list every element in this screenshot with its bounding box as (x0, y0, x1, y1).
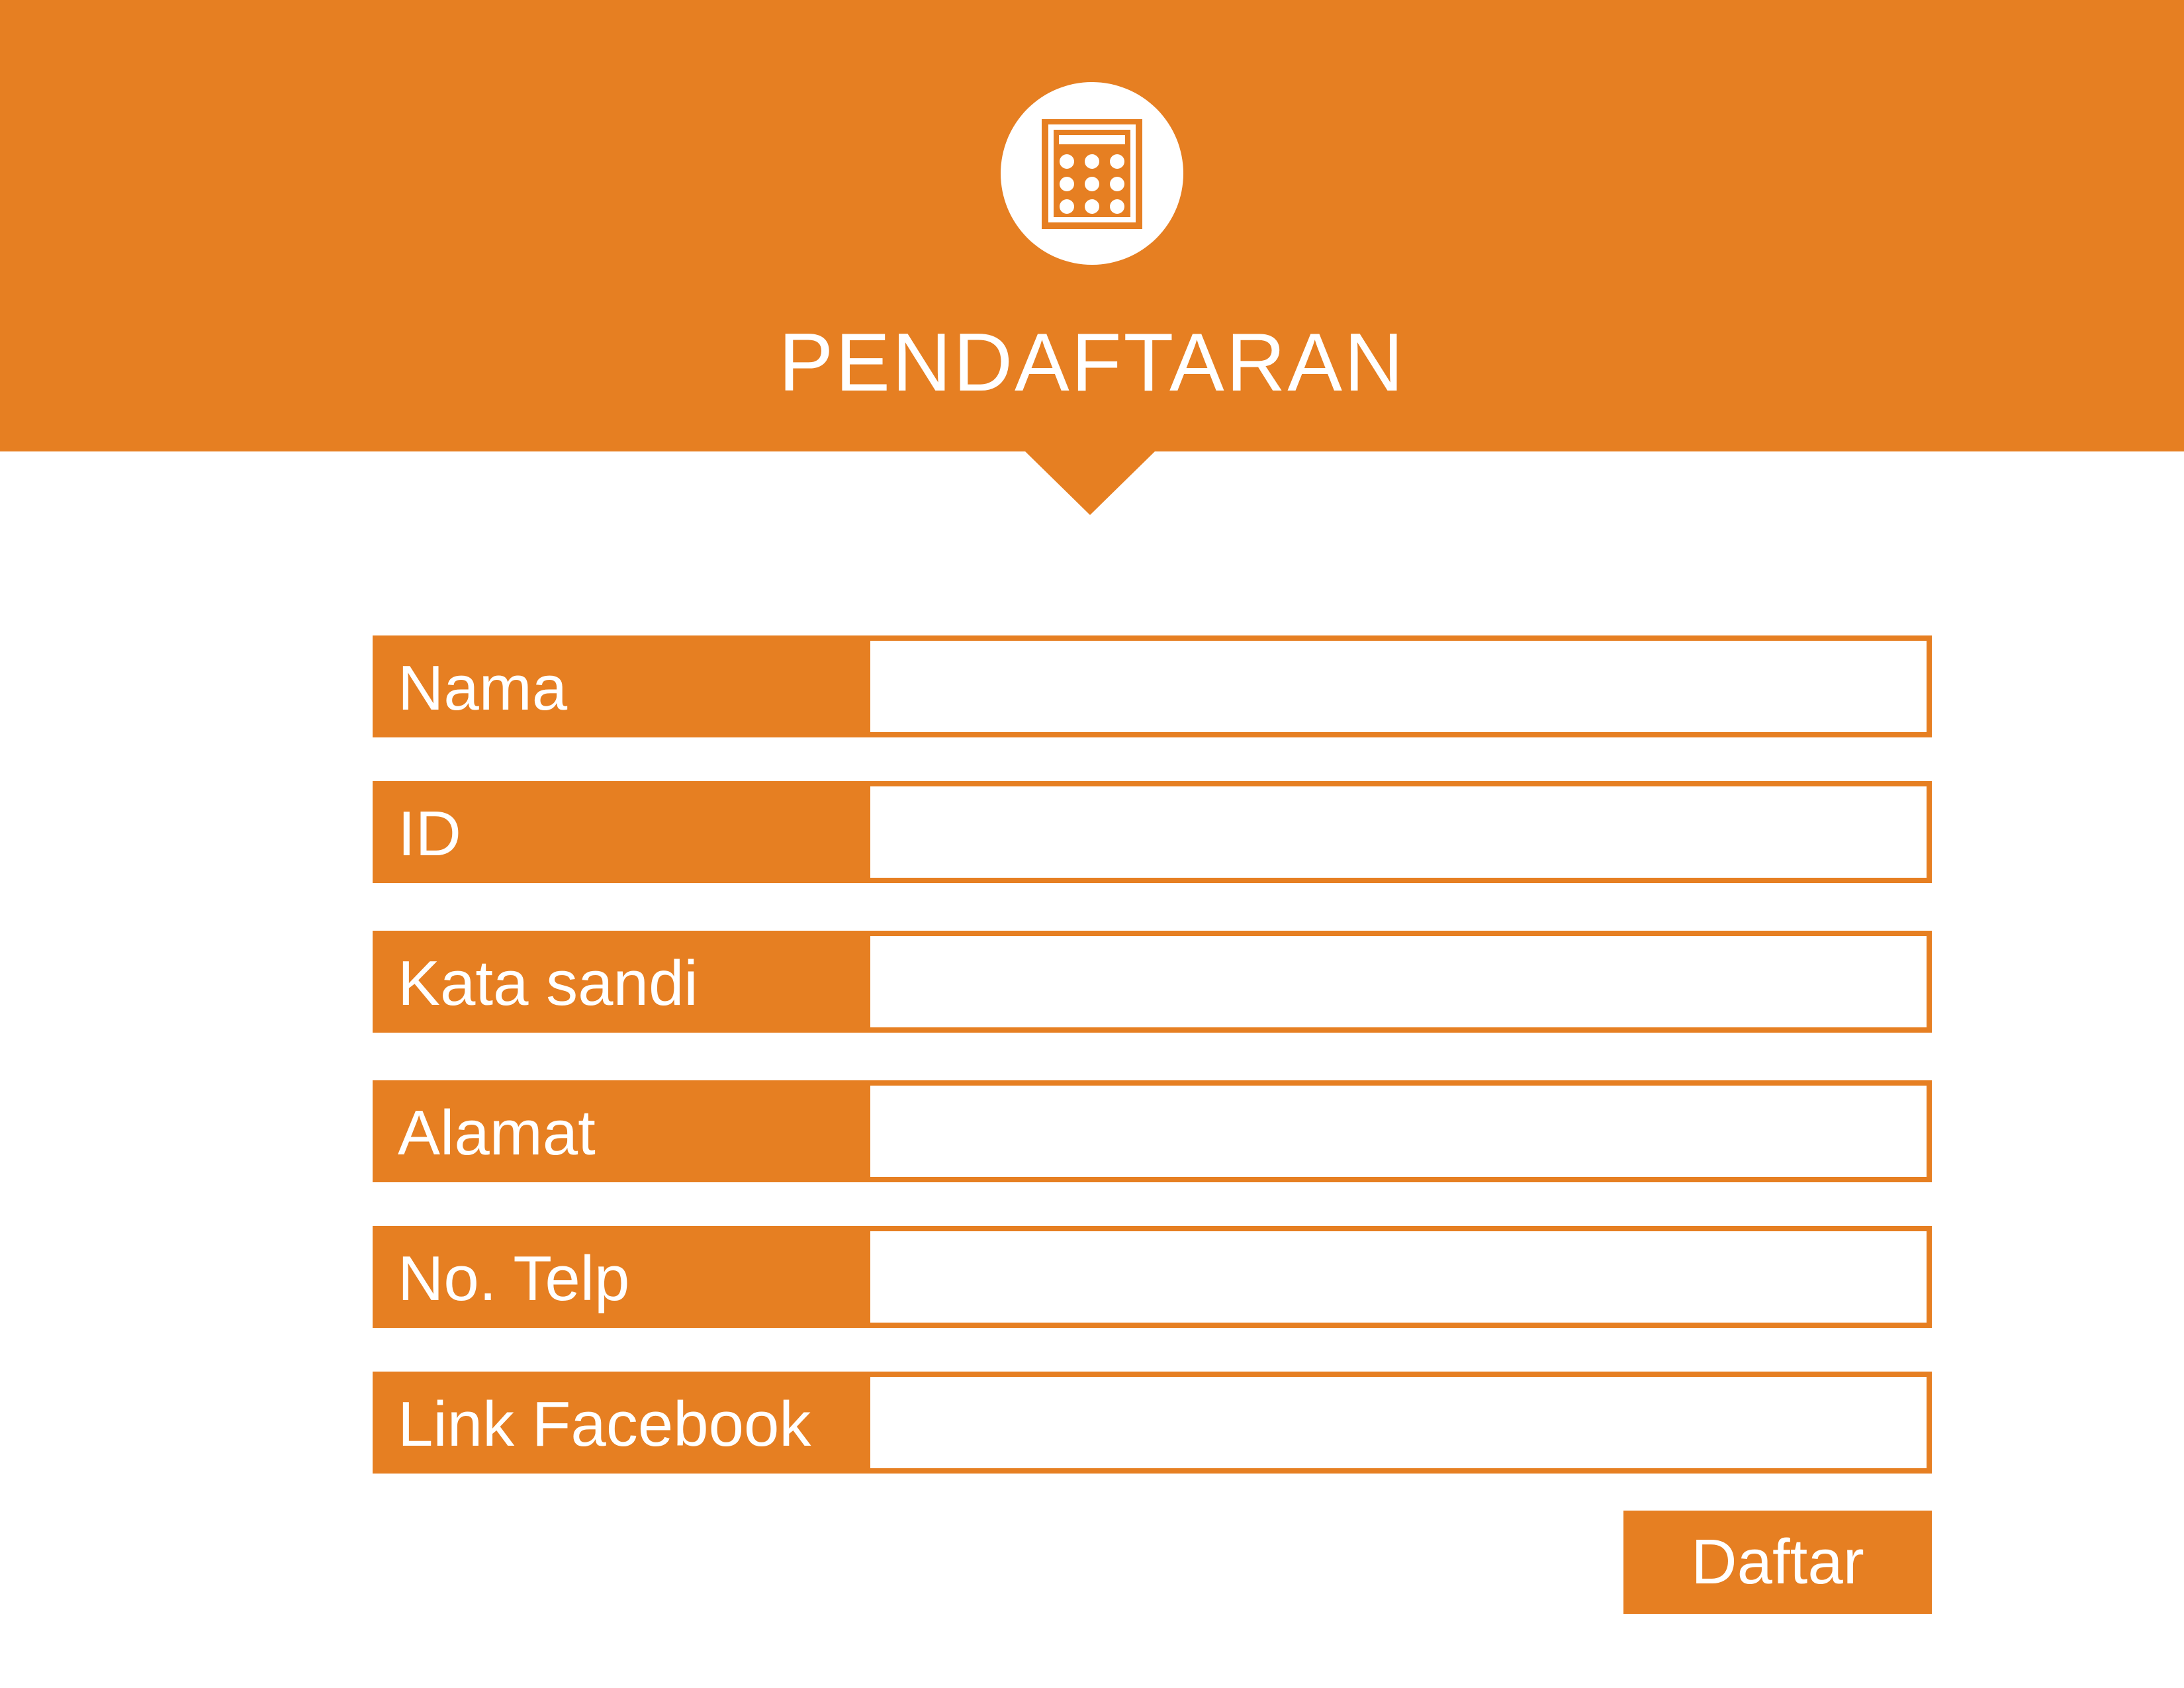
field-label-kata-sandi: Kata sandi (398, 948, 698, 1019)
field-label-alamat: Alamat (398, 1098, 596, 1168)
form-row-kata-sandi: Kata sandi (373, 931, 1932, 1033)
form-row-link-facebook: Link Facebook (373, 1372, 1932, 1474)
form-row-no-telp: No. Telp (373, 1226, 1932, 1328)
form-row-id: ID (373, 781, 1932, 883)
form-row-alamat: Alamat (373, 1080, 1932, 1182)
field-label-id: ID (398, 798, 461, 869)
nama-input[interactable] (870, 641, 1927, 732)
kata-sandi-input[interactable] (870, 936, 1927, 1027)
field-label-no-telp: No. Telp (398, 1243, 630, 1314)
no-telp-input[interactable] (870, 1231, 1927, 1323)
calculator-icon (1042, 119, 1142, 229)
form-row-nama: Nama (373, 635, 1932, 737)
id-input[interactable] (870, 786, 1927, 878)
logo-badge (1001, 82, 1183, 265)
header-pointer-arrow (1024, 450, 1156, 515)
field-label-nama: Nama (398, 653, 568, 724)
registration-page: PENDAFTARAN Nama ID Kata sandi Alamat No… (0, 0, 2184, 1688)
field-label-link-facebook: Link Facebook (398, 1389, 811, 1460)
alamat-input[interactable] (870, 1086, 1927, 1177)
page-title: PENDAFTARAN (778, 317, 1406, 408)
header-banner: PENDAFTARAN (0, 0, 2184, 451)
daftar-button[interactable]: Daftar (1623, 1511, 1932, 1614)
link-facebook-input[interactable] (870, 1377, 1927, 1468)
